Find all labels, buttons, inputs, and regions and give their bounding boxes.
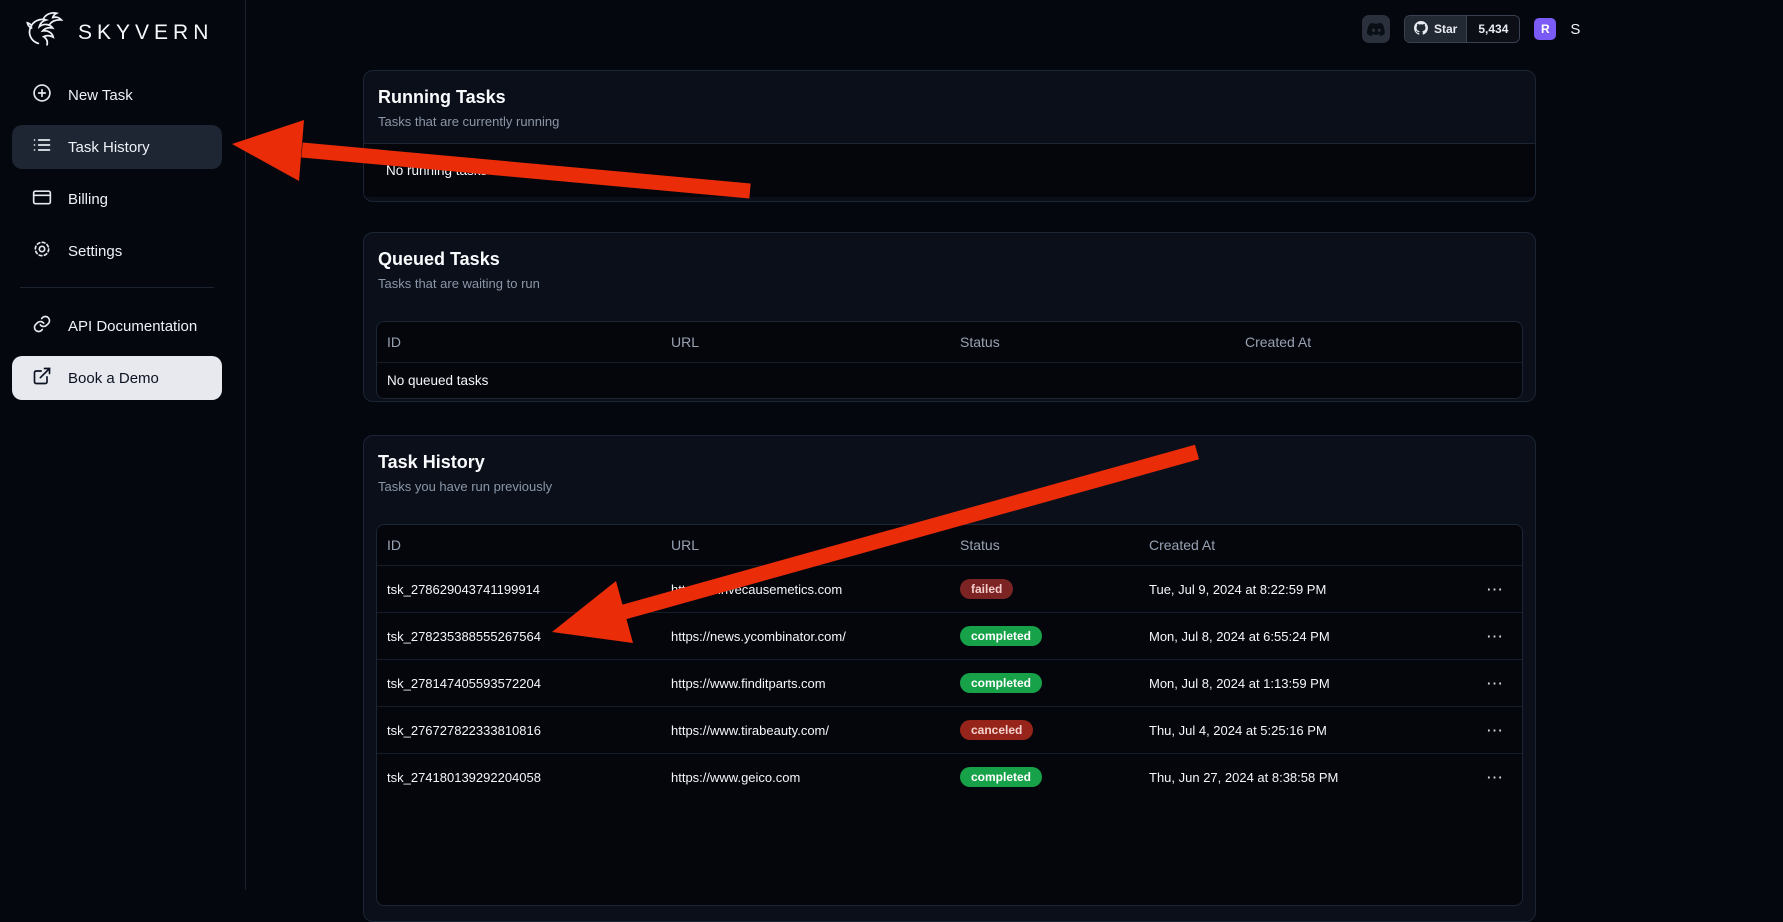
queued-tasks-card: Queued Tasks Tasks that are waiting to r… (363, 232, 1536, 402)
queued-table-header-row: ID URL Status Created At (377, 322, 1522, 362)
column-header-created-at: Created At (1235, 334, 1522, 350)
table-row[interactable]: tsk_278147405593572204 https://www.findi… (377, 659, 1522, 706)
status-badge: completed (960, 767, 1042, 787)
github-star-widget[interactable]: Star 5,434 (1404, 15, 1520, 43)
discord-icon[interactable] (1362, 15, 1390, 43)
credit-card-icon (32, 187, 52, 211)
task-url: https://news.ycombinator.com/ (661, 629, 950, 644)
status-badge: completed (960, 673, 1042, 693)
task-id: tsk_276727822333810816 (377, 723, 661, 738)
queued-tasks-title: Queued Tasks (378, 249, 1521, 270)
queued-tasks-header: Queued Tasks Tasks that are waiting to r… (364, 233, 1535, 305)
sidebar-item-book-a-demo[interactable]: Book a Demo (12, 356, 222, 400)
sidebar-item-new-task[interactable]: New Task (12, 73, 222, 117)
sidebar-item-billing[interactable]: Billing (12, 177, 222, 221)
running-tasks-card: Running Tasks Tasks that are currently r… (363, 70, 1536, 202)
table-row[interactable]: tsk_278235388555267564 https://news.ycom… (377, 612, 1522, 659)
running-tasks-empty-state: No running tasks (364, 143, 1535, 197)
task-created-at: Thu, Jul 4, 2024 at 5:25:16 PM (1139, 723, 1435, 738)
column-header-created-at: Created At (1139, 537, 1435, 553)
status-badge: canceled (960, 720, 1033, 740)
task-created-at: Tue, Jul 9, 2024 at 8:22:59 PM (1139, 582, 1435, 597)
task-id: tsk_278235388555267564 (377, 629, 661, 644)
skyvern-dragon-icon (24, 8, 70, 57)
row-actions-icon[interactable]: ⋯ (1486, 581, 1504, 598)
running-tasks-title: Running Tasks (378, 87, 1521, 108)
column-header-status: Status (950, 334, 1235, 350)
task-id: tsk_274180139292204058 (377, 770, 661, 785)
table-row[interactable]: tsk_278629043741199914 https://thrivecau… (377, 565, 1522, 612)
app-title: SKYVERN (78, 21, 213, 45)
queued-tasks-table: ID URL Status Created At No queued tasks (376, 321, 1523, 399)
task-created-at: Thu, Jun 27, 2024 at 8:38:58 PM (1139, 770, 1435, 785)
task-url: https://www.geico.com (661, 770, 950, 785)
sidebar-item-api-documentation[interactable]: API Documentation (12, 304, 222, 348)
column-header-url: URL (661, 537, 950, 553)
sidebar-nav: New Task Task History Billing Settings (12, 73, 222, 408)
status-badge: failed (960, 579, 1013, 599)
plus-circle-icon (32, 83, 52, 107)
list-icon (32, 135, 52, 159)
queued-tasks-empty-state: No queued tasks (377, 362, 1522, 398)
column-header-status: Status (950, 537, 1139, 553)
sidebar-item-label: Task History (68, 139, 150, 156)
task-history-table: ID URL Status Created At tsk_27862904374… (376, 524, 1523, 906)
task-url: https://thrivecausemetics.com (661, 582, 950, 597)
user-name-clipped: S (1570, 21, 1580, 38)
sidebar: SKYVERN New Task Task History Billing Se… (0, 0, 246, 890)
row-actions-icon[interactable]: ⋯ (1486, 675, 1504, 692)
status-badge: completed (960, 626, 1042, 646)
task-url: https://www.finditparts.com (661, 676, 950, 691)
table-row[interactable]: tsk_274180139292204058 https://www.geico… (377, 753, 1522, 800)
task-id: tsk_278629043741199914 (377, 582, 661, 597)
sidebar-item-label: Settings (68, 243, 122, 260)
sidebar-item-label: New Task (68, 87, 133, 104)
app-logo[interactable]: SKYVERN (24, 8, 213, 57)
sidebar-item-label: Book a Demo (68, 370, 159, 387)
column-header-id: ID (377, 537, 661, 553)
top-right-toolbar: Star 5,434 R S (1362, 15, 1580, 43)
running-tasks-header: Running Tasks Tasks that are currently r… (364, 71, 1535, 143)
sidebar-item-task-history[interactable]: Task History (12, 125, 222, 169)
task-created-at: Mon, Jul 8, 2024 at 6:55:24 PM (1139, 629, 1435, 644)
external-link-icon (32, 366, 52, 390)
avatar[interactable]: R (1534, 18, 1556, 40)
running-tasks-subtitle: Tasks that are currently running (378, 114, 1521, 129)
github-star-count: 5,434 (1466, 16, 1519, 42)
row-actions-icon[interactable]: ⋯ (1486, 722, 1504, 739)
task-id: tsk_278147405593572204 (377, 676, 661, 691)
task-created-at: Mon, Jul 8, 2024 at 1:13:59 PM (1139, 676, 1435, 691)
sidebar-item-label: API Documentation (68, 318, 197, 335)
github-icon (1414, 21, 1428, 38)
sidebar-item-settings[interactable]: Settings (12, 229, 222, 273)
table-row[interactable]: tsk_276727822333810816 https://www.tirab… (377, 706, 1522, 753)
link-icon (32, 314, 52, 338)
gear-icon (32, 239, 52, 263)
history-table-header-row: ID URL Status Created At (377, 525, 1522, 565)
sidebar-item-label: Billing (68, 191, 108, 208)
column-header-url: URL (661, 334, 950, 350)
row-actions-icon[interactable]: ⋯ (1486, 769, 1504, 786)
column-header-id: ID (377, 334, 661, 350)
task-history-card: Task History Tasks you have run previous… (363, 435, 1536, 922)
sidebar-divider (20, 287, 214, 288)
task-url: https://www.tirabeauty.com/ (661, 723, 950, 738)
row-actions-icon[interactable]: ⋯ (1486, 628, 1504, 645)
github-star-label: Star (1434, 22, 1457, 36)
task-history-title: Task History (378, 452, 1521, 473)
task-history-header: Task History Tasks you have run previous… (364, 436, 1535, 508)
task-history-subtitle: Tasks you have run previously (378, 479, 1521, 494)
queued-tasks-subtitle: Tasks that are waiting to run (378, 276, 1521, 291)
